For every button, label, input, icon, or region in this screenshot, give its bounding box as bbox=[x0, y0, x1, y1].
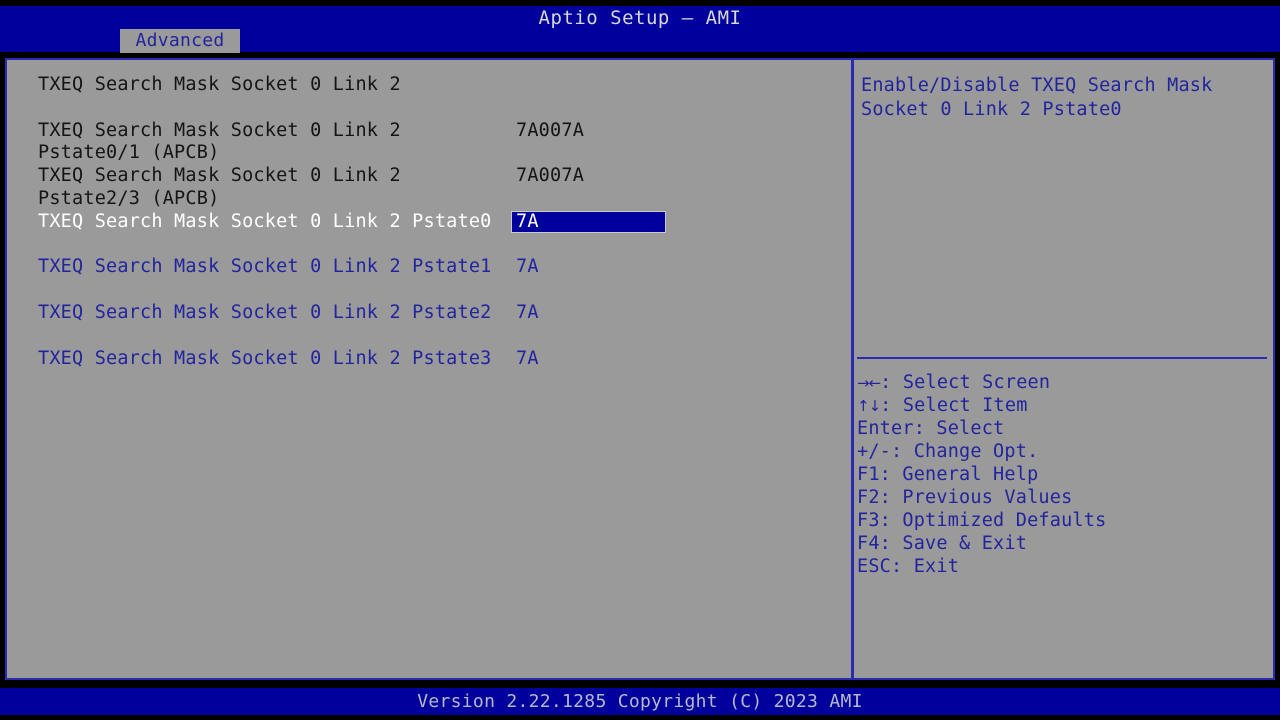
nav-key-label: F3: Optimized Defaults bbox=[857, 510, 1106, 531]
bios-setup-screen: Aptio Setup – AMI Advanced TXEQ Search M… bbox=[0, 0, 1280, 720]
page-title: Aptio Setup – AMI bbox=[0, 6, 1280, 30]
arrow-keys-icon: →← bbox=[857, 374, 880, 392]
nav-key-row: F3: Optimized Defaults bbox=[857, 509, 1269, 532]
help-separator bbox=[857, 357, 1267, 359]
setting-label: TXEQ Search Mask Socket 0 Link 2 Pstate3 bbox=[38, 348, 508, 371]
setting-label: TXEQ Search Mask Socket 0 Link 2 Pstate0 bbox=[38, 211, 508, 234]
nav-key-label: : Select Item bbox=[880, 395, 1027, 416]
setting-value[interactable]: 7A bbox=[511, 302, 544, 325]
nav-key-row: Enter: Select bbox=[857, 417, 1269, 440]
nav-key-label: ESC: Exit bbox=[857, 556, 959, 577]
nav-key-label: Enter: Select bbox=[857, 418, 1004, 439]
setting-label: TXEQ Search Mask Socket 0 Link 2 Pstate1 bbox=[38, 256, 508, 279]
nav-key-label: F1: General Help bbox=[857, 464, 1038, 485]
settings-list: TXEQ Search Mask Socket 0 Link 2 TXEQ Sea… bbox=[5, 58, 851, 680]
tab-advanced[interactable]: Advanced bbox=[120, 29, 240, 53]
help-description: Enable/Disable TXEQ Search Mask Socket 0… bbox=[859, 74, 1265, 121]
setting-row[interactable]: TXEQ Search Mask Socket 0 Link 2 Pstate0… bbox=[5, 211, 851, 257]
setting-row[interactable]: TXEQ Search Mask Socket 0 Link 2 Pstate2… bbox=[5, 302, 851, 348]
footer-version: Version 2.22.1285 Copyright (C) 2023 AMI bbox=[0, 691, 1280, 713]
setting-value[interactable]: 7A007A bbox=[511, 165, 589, 188]
arrow-keys-icon: ↑↓ bbox=[857, 397, 880, 415]
setting-value-selected[interactable]: 7A bbox=[511, 211, 666, 233]
nav-key-row: ESC: Exit bbox=[857, 555, 1269, 578]
nav-key-label: F2: Previous Values bbox=[857, 487, 1072, 508]
setting-row[interactable]: TXEQ Search Mask Socket 0 Link 2 Pstate0… bbox=[5, 120, 851, 166]
setting-value[interactable]: 7A bbox=[511, 256, 544, 279]
help-panel: Enable/Disable TXEQ Search Mask Socket 0… bbox=[854, 58, 1275, 680]
setting-label: TXEQ Search Mask Socket 0 Link 2 Pstate2… bbox=[38, 165, 508, 211]
setting-label: TXEQ Search Mask Socket 0 Link 2 Pstate0… bbox=[38, 120, 508, 166]
nav-key-label: +/-: Change Opt. bbox=[857, 441, 1038, 462]
nav-key-label: : Select Screen bbox=[880, 372, 1050, 393]
navigation-keys: →←: Select Screen↑↓: Select ItemEnter: S… bbox=[857, 371, 1269, 578]
nav-key-row: F1: General Help bbox=[857, 463, 1269, 486]
setting-value[interactable]: 7A007A bbox=[511, 120, 589, 143]
nav-key-row: ↑↓: Select Item bbox=[857, 394, 1269, 417]
nav-key-row: +/-: Change Opt. bbox=[857, 440, 1269, 463]
setting-value[interactable]: 7A bbox=[511, 348, 544, 371]
nav-key-row: →←: Select Screen bbox=[857, 371, 1269, 394]
setting-label: TXEQ Search Mask Socket 0 Link 2 Pstate2 bbox=[38, 302, 508, 325]
nav-key-label: F4: Save & Exit bbox=[857, 533, 1027, 554]
nav-key-row: F2: Previous Values bbox=[857, 486, 1269, 509]
setting-row: TXEQ Search Mask Socket 0 Link 2 bbox=[5, 74, 851, 120]
setting-row[interactable]: TXEQ Search Mask Socket 0 Link 2 Pstate3… bbox=[5, 348, 851, 394]
nav-key-row: F4: Save & Exit bbox=[857, 532, 1269, 555]
setting-label: TXEQ Search Mask Socket 0 Link 2 bbox=[38, 74, 508, 97]
setting-row[interactable]: TXEQ Search Mask Socket 0 Link 2 Pstate1… bbox=[5, 256, 851, 302]
setting-row[interactable]: TXEQ Search Mask Socket 0 Link 2 Pstate2… bbox=[5, 165, 851, 211]
